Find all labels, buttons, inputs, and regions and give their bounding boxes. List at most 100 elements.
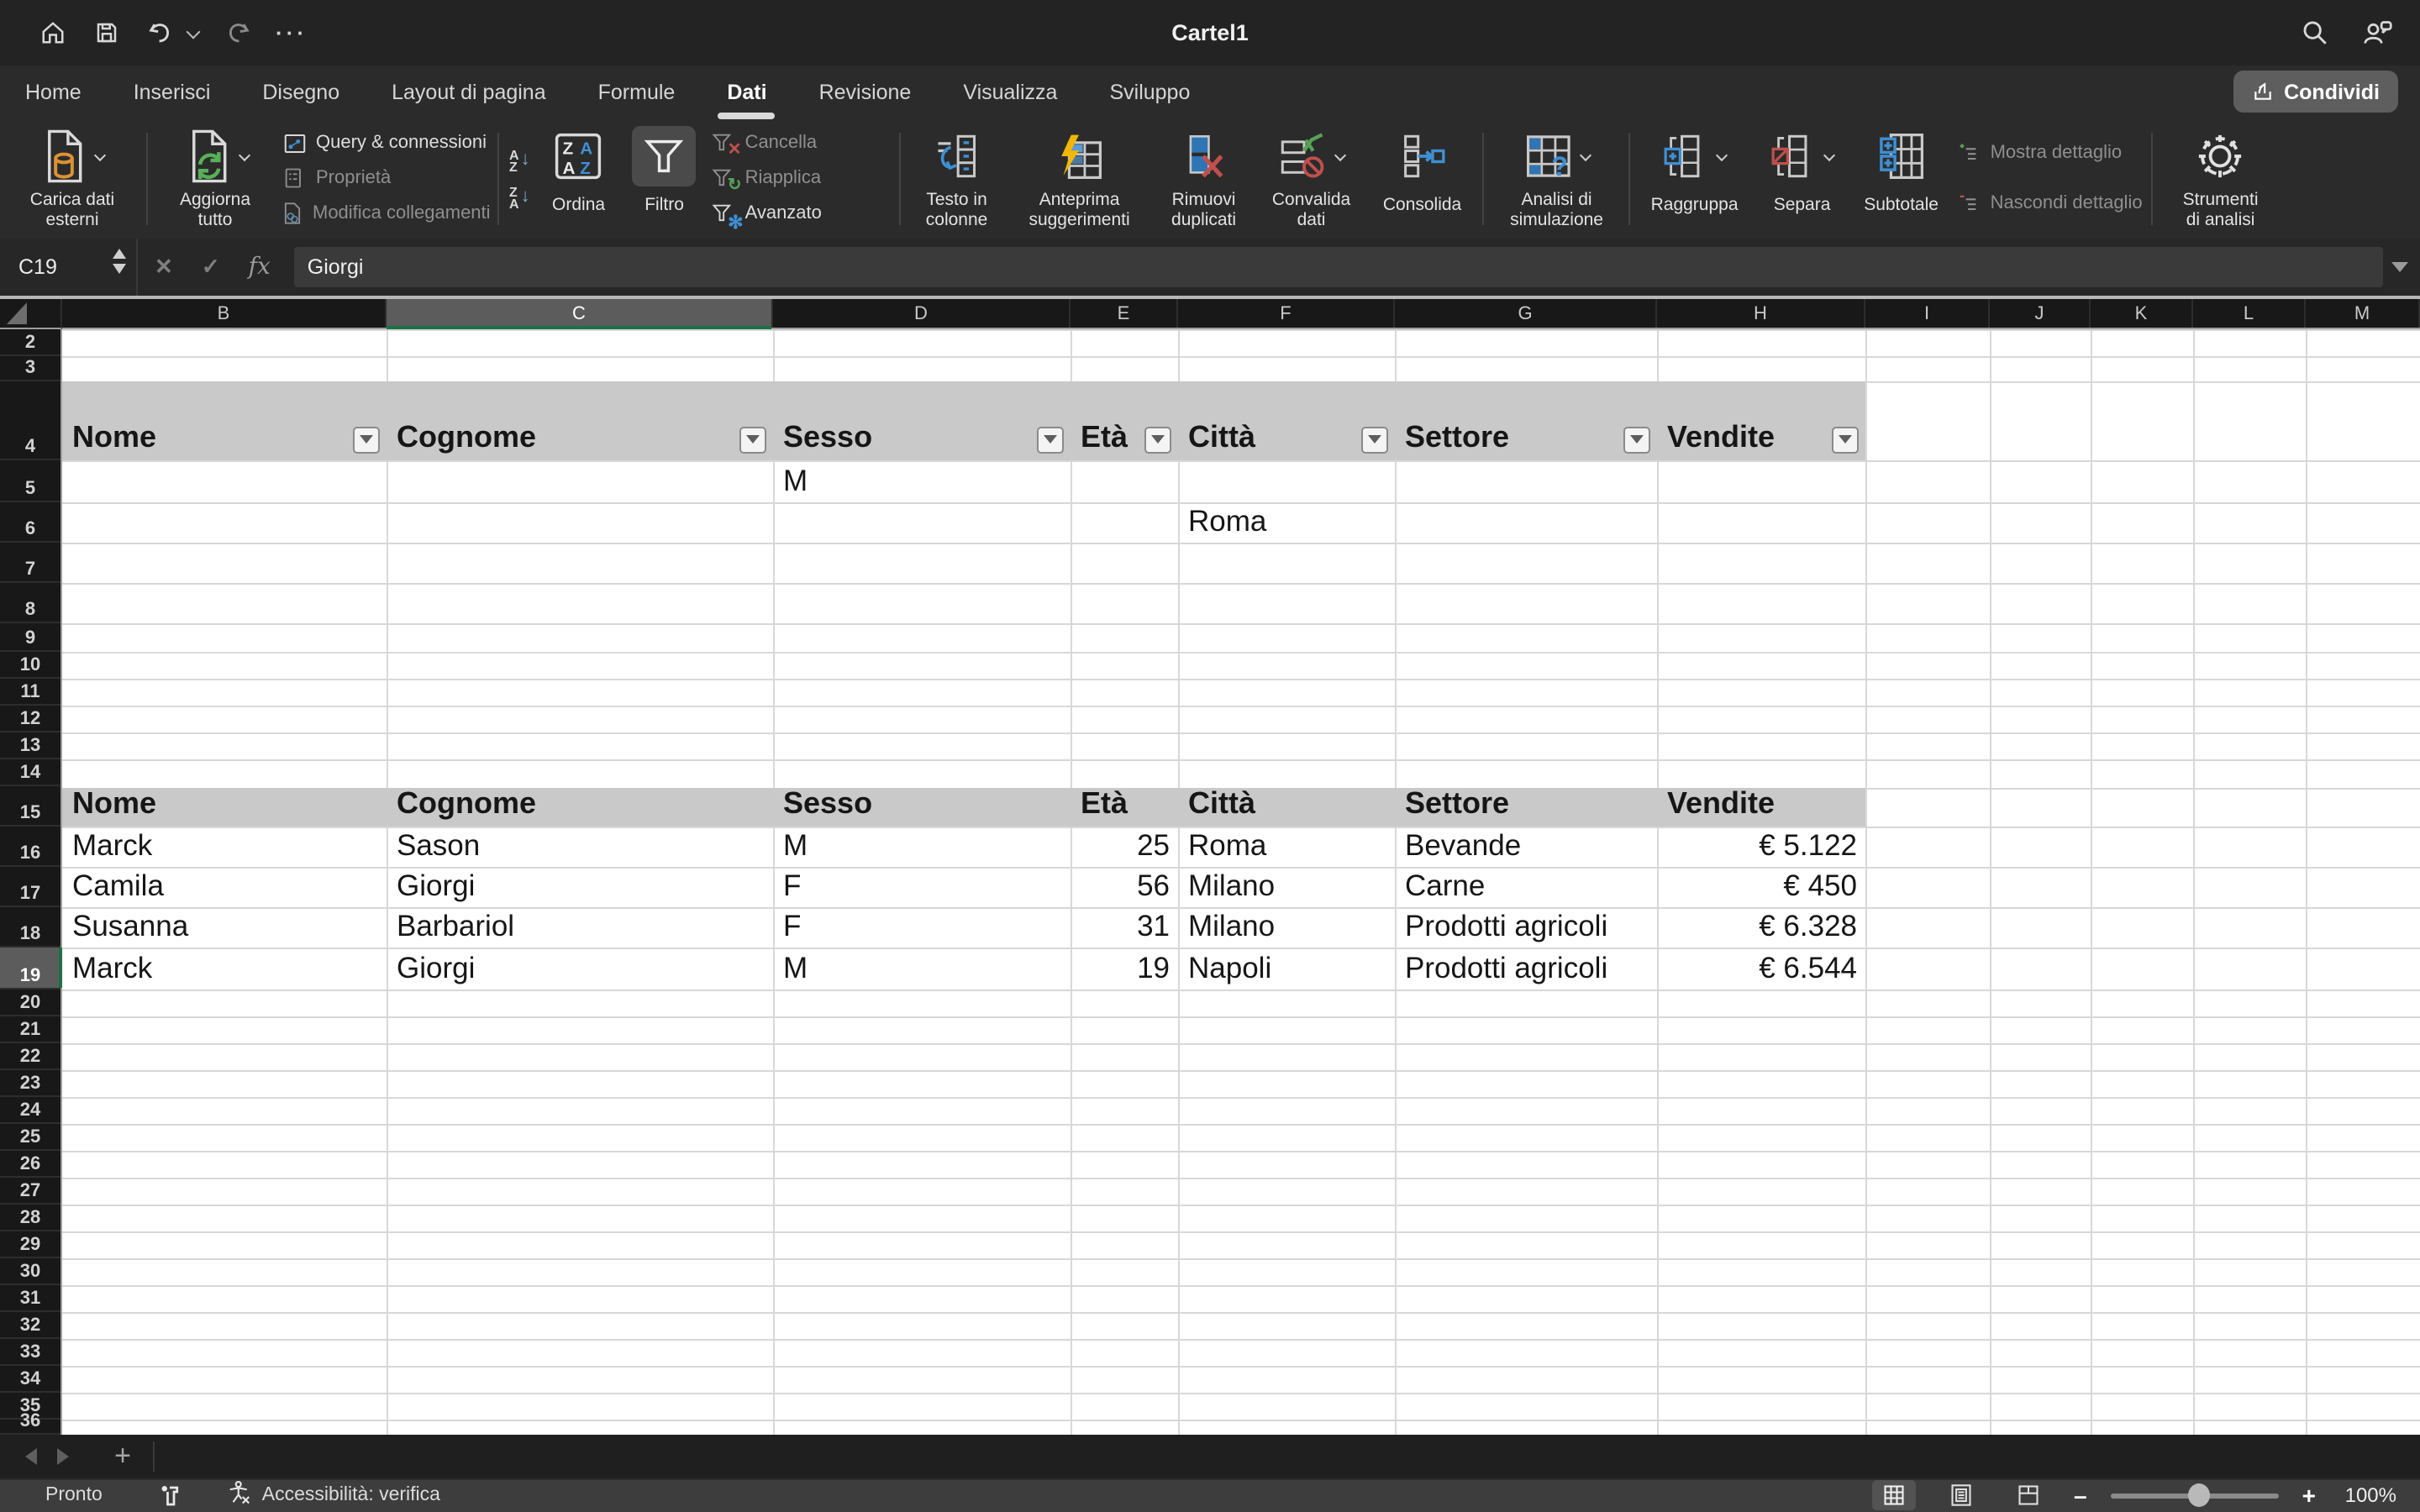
cell-C4[interactable]: Cognome bbox=[388, 381, 773, 459]
filter-dropdown-città[interactable] bbox=[1361, 426, 1388, 453]
group-button[interactable]: Raggruppa bbox=[1636, 123, 1754, 235]
filter-dropdown-cognome[interactable] bbox=[739, 426, 766, 453]
cell-D18[interactable]: F bbox=[775, 907, 1071, 948]
cell-C19[interactable]: Giorgi bbox=[388, 948, 773, 990]
row-header-19[interactable]: 19 bbox=[0, 948, 60, 990]
cell-C15[interactable]: Cognome bbox=[388, 787, 773, 826]
ribbon-tab-disegno[interactable]: Disegno bbox=[260, 76, 341, 107]
reapply-filter-button[interactable]: ↻ Riapplica bbox=[710, 163, 892, 193]
row-header-32[interactable]: 32 bbox=[0, 1311, 60, 1338]
row-header-24[interactable]: 24 bbox=[0, 1096, 60, 1123]
row-header-16[interactable]: 16 bbox=[0, 826, 60, 867]
cell-D5[interactable]: M bbox=[775, 459, 1071, 501]
row-header-26[interactable]: 26 bbox=[0, 1150, 60, 1177]
cell-E19[interactable]: 19 bbox=[1072, 948, 1178, 990]
select-all-corner[interactable] bbox=[0, 299, 62, 329]
cell-F16[interactable]: Roma bbox=[1180, 826, 1395, 867]
row-header-25[interactable]: 25 bbox=[0, 1123, 60, 1150]
cell-F18[interactable]: Milano bbox=[1180, 907, 1395, 948]
cell-E17[interactable]: 56 bbox=[1072, 867, 1178, 908]
analysis-tools-button[interactable]: Strumentidi analisi bbox=[2159, 123, 2283, 235]
cell-grid[interactable]: NomeCognomeSessoEtàCittàSettoreVenditeMR… bbox=[62, 329, 2420, 1434]
share-button[interactable]: Condividi bbox=[2233, 71, 2398, 113]
column-header-I[interactable]: I bbox=[1865, 299, 1990, 328]
queries-connections-button[interactable]: Query & connessioni bbox=[281, 128, 489, 158]
ribbon-tab-sviluppo[interactable]: Sviluppo bbox=[1107, 76, 1192, 107]
cell-G15[interactable]: Settore bbox=[1397, 787, 1657, 826]
ungroup-button[interactable]: Separa bbox=[1754, 123, 1851, 235]
advanced-filter-button[interactable]: ✻ Avanzato bbox=[710, 198, 892, 228]
cell-D17[interactable]: F bbox=[775, 867, 1071, 908]
show-detail-button[interactable]: Mostra dettaglio bbox=[1955, 138, 2144, 168]
sort-button[interactable]: Z A A Z Ordina bbox=[535, 123, 623, 235]
cell-G19[interactable]: Prodotti agricoli bbox=[1397, 948, 1657, 990]
cell-F15[interactable]: Città bbox=[1180, 787, 1395, 826]
row-header-17[interactable]: 17 bbox=[0, 867, 60, 908]
data-validation-button[interactable]: Convalidadati bbox=[1256, 123, 1367, 235]
formula-bar-expand-icon[interactable] bbox=[2391, 262, 2408, 272]
row-header-20[interactable]: 20 bbox=[0, 989, 60, 1016]
column-header-J[interactable]: J bbox=[1990, 299, 2091, 328]
insert-function-icon[interactable]: fx bbox=[249, 254, 271, 281]
name-box[interactable]: C19 bbox=[0, 239, 138, 296]
row-header-7[interactable]: 7 bbox=[0, 543, 60, 583]
cell-F17[interactable]: Milano bbox=[1180, 867, 1395, 908]
formula-input[interactable]: Giorgi bbox=[294, 247, 2383, 287]
cell-B15[interactable]: Nome bbox=[64, 787, 387, 826]
macro-record-icon[interactable] bbox=[156, 1483, 183, 1509]
cell-G4[interactable]: Settore bbox=[1397, 381, 1657, 459]
row-header-8[interactable]: 8 bbox=[0, 583, 60, 623]
cell-H17[interactable]: € 450 bbox=[1659, 867, 1865, 908]
row-header-11[interactable]: 11 bbox=[0, 678, 60, 705]
filter-dropdown-età[interactable] bbox=[1144, 426, 1171, 453]
zoom-out-button[interactable]: – bbox=[2074, 1483, 2087, 1509]
ribbon-tab-home[interactable]: Home bbox=[24, 76, 83, 107]
filter-dropdown-vendite[interactable] bbox=[1832, 426, 1859, 453]
cell-B16[interactable]: Marck bbox=[64, 826, 387, 867]
cell-F19[interactable]: Napoli bbox=[1180, 948, 1395, 990]
row-header-31[interactable]: 31 bbox=[0, 1284, 60, 1311]
row-header-3[interactable]: 3 bbox=[0, 356, 60, 381]
cell-D19[interactable]: M bbox=[775, 948, 1071, 990]
column-header-M[interactable]: M bbox=[2306, 299, 2420, 328]
normal-view-button[interactable] bbox=[1872, 1481, 1916, 1511]
comments-people-icon[interactable] bbox=[2363, 18, 2393, 48]
row-header-30[interactable]: 30 bbox=[0, 1257, 60, 1284]
what-if-analysis-button[interactable]: ? Analisi disimulazione bbox=[1490, 123, 1624, 235]
cell-B4[interactable]: Nome bbox=[64, 381, 387, 459]
column-header-H[interactable]: H bbox=[1657, 299, 1865, 328]
cell-D15[interactable]: Sesso bbox=[775, 787, 1071, 826]
cell-E18[interactable]: 31 bbox=[1072, 907, 1178, 948]
row-header-36[interactable]: 36 bbox=[0, 1419, 60, 1434]
cell-H15[interactable]: Vendite bbox=[1659, 787, 1865, 826]
row-header-5[interactable]: 5 bbox=[0, 459, 60, 501]
cell-F6[interactable]: Roma bbox=[1180, 501, 1395, 543]
column-header-G[interactable]: G bbox=[1395, 299, 1657, 328]
cell-G17[interactable]: Carne bbox=[1397, 867, 1657, 908]
cancel-entry-icon[interactable]: ✕ bbox=[155, 254, 173, 281]
cell-C18[interactable]: Barbariol bbox=[388, 907, 773, 948]
zoom-in-button[interactable]: + bbox=[2302, 1483, 2316, 1509]
filter-dropdown-sesso[interactable] bbox=[1037, 426, 1064, 453]
column-header-B[interactable]: B bbox=[62, 299, 387, 328]
stepper-up-icon[interactable] bbox=[113, 249, 126, 259]
page-break-view-button[interactable] bbox=[2007, 1481, 2050, 1511]
ribbon-tab-formule[interactable]: Formule bbox=[597, 76, 677, 107]
cell-B17[interactable]: Camila bbox=[64, 867, 387, 908]
cell-H18[interactable]: € 6.328 bbox=[1659, 907, 1865, 948]
row-header-34[interactable]: 34 bbox=[0, 1365, 60, 1392]
ribbon-tab-visualizza[interactable]: Visualizza bbox=[961, 76, 1059, 107]
row-header-13[interactable]: 13 bbox=[0, 732, 60, 759]
row-header-23[interactable]: 23 bbox=[0, 1069, 60, 1096]
stepper-down-icon[interactable] bbox=[113, 264, 126, 274]
row-header-29[interactable]: 29 bbox=[0, 1231, 60, 1257]
sort-az-button[interactable]: AZ↓ bbox=[509, 149, 530, 172]
row-header-6[interactable]: 6 bbox=[0, 501, 60, 543]
properties-button[interactable]: Proprietà bbox=[281, 163, 489, 193]
row-header-14[interactable]: 14 bbox=[0, 760, 60, 787]
ribbon-tab-inserisci[interactable]: Inserisci bbox=[132, 76, 213, 107]
edit-links-button[interactable]: Modifica collegamenti bbox=[281, 198, 489, 228]
prev-sheet-icon[interactable] bbox=[25, 1447, 37, 1464]
text-to-columns-button[interactable]: Testo incolonne bbox=[907, 123, 1007, 235]
row-header-18[interactable]: 18 bbox=[0, 907, 60, 948]
